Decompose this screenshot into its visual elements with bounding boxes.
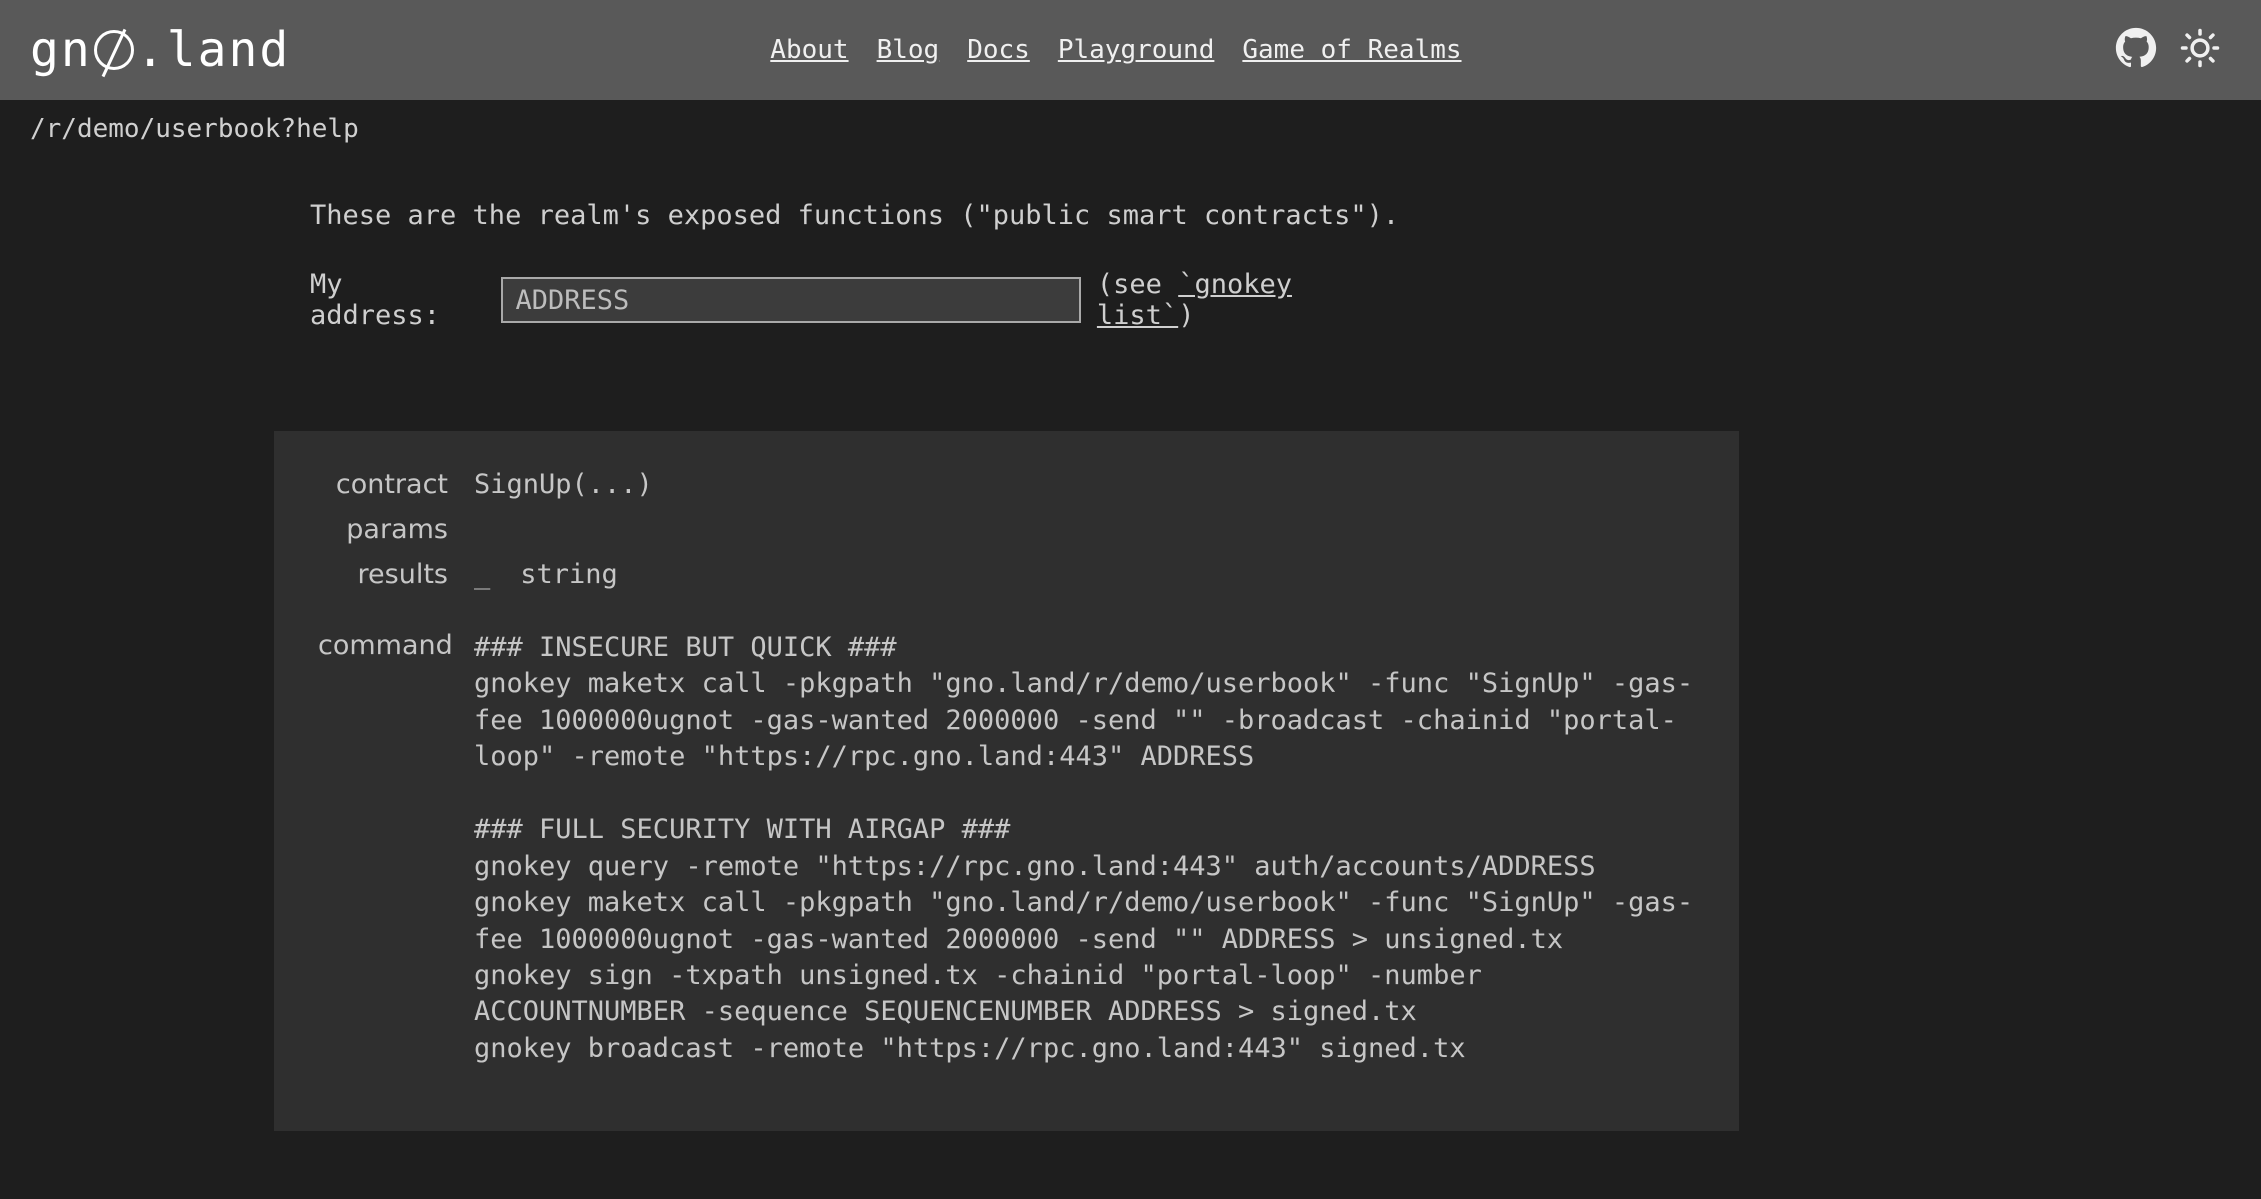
- main-content: These are the realm's exposed functions …: [310, 200, 1400, 1131]
- brand-logo[interactable]: gn .land: [30, 22, 290, 78]
- nav-docs[interactable]: Docs: [967, 35, 1030, 65]
- breadcrumb: /r/demo/userbook?help: [0, 114, 2261, 144]
- main-nav: About Blog Docs Playground Game of Realm…: [770, 35, 1461, 65]
- command-block: ### INSECURE BUT QUICK ### gnokey maketx…: [474, 630, 1695, 1067]
- header-actions: [2115, 27, 2221, 73]
- see-open: (see: [1097, 269, 1178, 300]
- contract-value: SignUp(...): [474, 469, 1695, 500]
- logo-slash-circle-icon: [94, 30, 134, 70]
- brand-text-left: gn: [30, 22, 92, 78]
- address-input[interactable]: [501, 277, 1080, 323]
- results-type: string: [520, 559, 618, 590]
- github-icon[interactable]: [2115, 27, 2157, 73]
- theme-toggle-sun-icon[interactable]: [2179, 27, 2221, 73]
- contract-label: contract: [318, 469, 448, 500]
- results-name: _: [474, 559, 490, 590]
- header-bar: gn .land About Blog Docs Playground Game…: [0, 0, 2261, 100]
- see-close: ): [1178, 300, 1194, 331]
- brand-text-right: .land: [136, 22, 291, 78]
- nav-about[interactable]: About: [770, 35, 848, 65]
- nav-game-of-realms[interactable]: Game of Realms: [1242, 35, 1461, 65]
- params-label: params: [318, 514, 448, 545]
- results-value: _ string: [474, 559, 1695, 590]
- address-row: My address: (see `gnokey list`): [310, 269, 1400, 331]
- nav-playground[interactable]: Playground: [1058, 35, 1215, 65]
- nav-blog[interactable]: Blog: [877, 35, 940, 65]
- address-hint: (see `gnokey list`): [1097, 269, 1400, 331]
- results-label: results: [318, 559, 448, 590]
- function-card: contract SignUp(...) params results _ st…: [274, 431, 1739, 1131]
- command-label: command: [318, 630, 448, 661]
- intro-text: These are the realm's exposed functions …: [310, 200, 1400, 231]
- address-label: My address:: [310, 269, 485, 331]
